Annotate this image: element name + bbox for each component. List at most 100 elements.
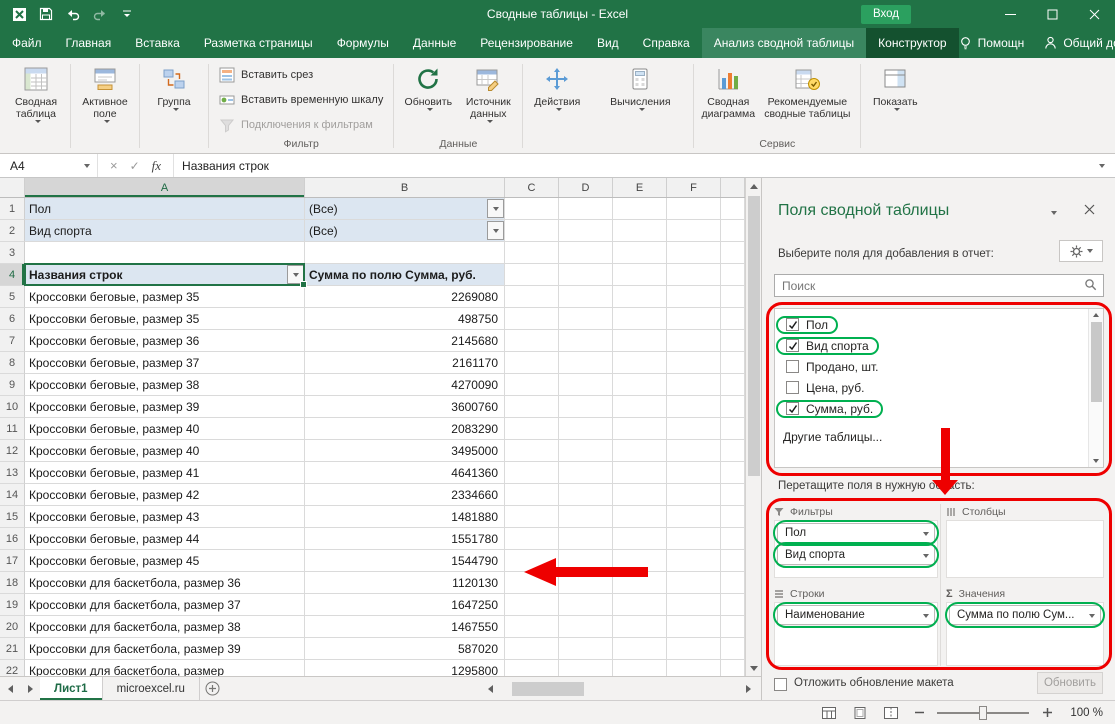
enter-icon[interactable]: ✓: [130, 160, 140, 172]
scroll-down-icon[interactable]: [746, 660, 761, 676]
refresh-button[interactable]: Обновить: [398, 61, 458, 113]
cell-A22[interactable]: Кроссовки для баскетбола, размер: [25, 660, 305, 676]
row-header-5[interactable]: 5: [0, 286, 25, 308]
cell-F11[interactable]: [667, 418, 721, 440]
cell-D22[interactable]: [559, 660, 613, 676]
field-dropdown-icon[interactable]: [1089, 614, 1095, 618]
cell-F22[interactable]: [667, 660, 721, 676]
cell-D15[interactable]: [559, 506, 613, 528]
cell-F18[interactable]: [667, 572, 721, 594]
cell-A1[interactable]: Пол: [25, 198, 305, 220]
ribbon-tab-7[interactable]: Рецензирование: [468, 28, 585, 58]
cell-C13[interactable]: [505, 462, 559, 484]
save-icon[interactable]: [37, 5, 55, 23]
fields-search-input[interactable]: [774, 274, 1104, 297]
ribbon-tab-9[interactable]: Справка: [631, 28, 702, 58]
cell-A15[interactable]: Кроссовки беговые, размер 43: [25, 506, 305, 528]
cell-B21[interactable]: 587020: [305, 638, 505, 660]
cell-D20[interactable]: [559, 616, 613, 638]
cell-partial-20[interactable]: [721, 616, 745, 638]
cell-E21[interactable]: [613, 638, 667, 660]
pivot-table-button[interactable]: Сводная таблица: [6, 61, 66, 125]
cell-partial-10[interactable]: [721, 396, 745, 418]
cell-A13[interactable]: Кроссовки беговые, размер 41: [25, 462, 305, 484]
field-dropdown-icon[interactable]: [923, 532, 929, 536]
hscroll-track[interactable]: [504, 681, 734, 697]
cell-E14[interactable]: [613, 484, 667, 506]
ribbon-tab-1[interactable]: Файл: [0, 28, 54, 58]
field-checkbox[interactable]: [786, 402, 799, 415]
cell-E11[interactable]: [613, 418, 667, 440]
field-checkbox[interactable]: [786, 318, 799, 331]
ribbon-tab-3[interactable]: Вставка: [123, 28, 192, 58]
group-button[interactable]: Группа: [144, 61, 204, 113]
values-field-summa[interactable]: Сумма по полю Сум...: [949, 605, 1101, 625]
cancel-icon[interactable]: ×: [110, 159, 118, 172]
filters-drop-zone[interactable]: Пол Вид спорта: [774, 520, 938, 578]
actions-button[interactable]: Действия: [527, 61, 587, 113]
cell-A18[interactable]: Кроссовки для баскетбола, размер 36: [25, 572, 305, 594]
update-button[interactable]: Обновить: [1037, 672, 1103, 694]
name-box-dropdown-icon[interactable]: [84, 164, 90, 168]
cell-partial-6[interactable]: [721, 308, 745, 330]
cell-E13[interactable]: [613, 462, 667, 484]
cell-A6[interactable]: Кроссовки беговые, размер 35: [25, 308, 305, 330]
cell-E9[interactable]: [613, 374, 667, 396]
rows-field-naimenovanie[interactable]: Наименование: [777, 605, 935, 625]
cell-B9[interactable]: 4270090: [305, 374, 505, 396]
cell-partial-1[interactable]: [721, 198, 745, 220]
filter-connections-button[interactable]: Подключения к фильтрам: [213, 114, 389, 136]
cell-C6[interactable]: [505, 308, 559, 330]
sheet-tab-microexcel[interactable]: microexcel.ru: [103, 677, 200, 700]
cell-B14[interactable]: 2334660: [305, 484, 505, 506]
cell-D3[interactable]: [559, 242, 613, 264]
cell-D21[interactable]: [559, 638, 613, 660]
column-header-E[interactable]: E: [613, 178, 667, 197]
insert-slicer-button[interactable]: Вставить срез: [213, 64, 389, 86]
cell-F8[interactable]: [667, 352, 721, 374]
cell-F13[interactable]: [667, 462, 721, 484]
cell-F3[interactable]: [667, 242, 721, 264]
filter-field-vid-sporta[interactable]: Вид спорта: [777, 545, 935, 565]
cell-E10[interactable]: [613, 396, 667, 418]
cell-F4[interactable]: [667, 264, 721, 286]
row-header-13[interactable]: 13: [0, 462, 25, 484]
cell-C12[interactable]: [505, 440, 559, 462]
cell-C4[interactable]: [505, 264, 559, 286]
share-button[interactable]: Общий доступ: [1044, 36, 1115, 50]
scroll-up-icon[interactable]: [746, 178, 761, 194]
name-box[interactable]: A4: [0, 154, 98, 177]
field-item-3[interactable]: Продано, шт.: [783, 356, 1087, 377]
cell-A4[interactable]: Названия строк: [25, 264, 305, 286]
sheet-nav-left-icon[interactable]: [0, 677, 20, 700]
row-header-20[interactable]: 20: [0, 616, 25, 638]
cell-B3[interactable]: [305, 242, 505, 264]
cell-D8[interactable]: [559, 352, 613, 374]
cell-A11[interactable]: Кроссовки беговые, размер 40: [25, 418, 305, 440]
list-scroll-down-icon[interactable]: [1089, 455, 1103, 467]
cell-A8[interactable]: Кроссовки беговые, размер 37: [25, 352, 305, 374]
row-header-19[interactable]: 19: [0, 594, 25, 616]
cell-partial-15[interactable]: [721, 506, 745, 528]
cell-C14[interactable]: [505, 484, 559, 506]
cell-D6[interactable]: [559, 308, 613, 330]
page-filter-dropdown-B2[interactable]: [487, 221, 504, 240]
cell-D19[interactable]: [559, 594, 613, 616]
cell-F20[interactable]: [667, 616, 721, 638]
cell-B22[interactable]: 1295800: [305, 660, 505, 676]
cell-C16[interactable]: [505, 528, 559, 550]
vertical-scroll-thumb[interactable]: [748, 196, 760, 476]
cell-C15[interactable]: [505, 506, 559, 528]
row-header-16[interactable]: 16: [0, 528, 25, 550]
cell-partial-19[interactable]: [721, 594, 745, 616]
help-button[interactable]: Помощн: [959, 36, 1025, 50]
page-layout-view-icon[interactable]: [850, 705, 870, 721]
row-header-9[interactable]: 9: [0, 374, 25, 396]
column-header-C[interactable]: C: [505, 178, 559, 197]
cell-A12[interactable]: Кроссовки беговые, размер 40: [25, 440, 305, 462]
cell-B2[interactable]: (Все): [305, 220, 505, 242]
cell-C20[interactable]: [505, 616, 559, 638]
cell-D12[interactable]: [559, 440, 613, 462]
ribbon-tab-5[interactable]: Формулы: [325, 28, 401, 58]
ribbon-tab-8[interactable]: Вид: [585, 28, 631, 58]
